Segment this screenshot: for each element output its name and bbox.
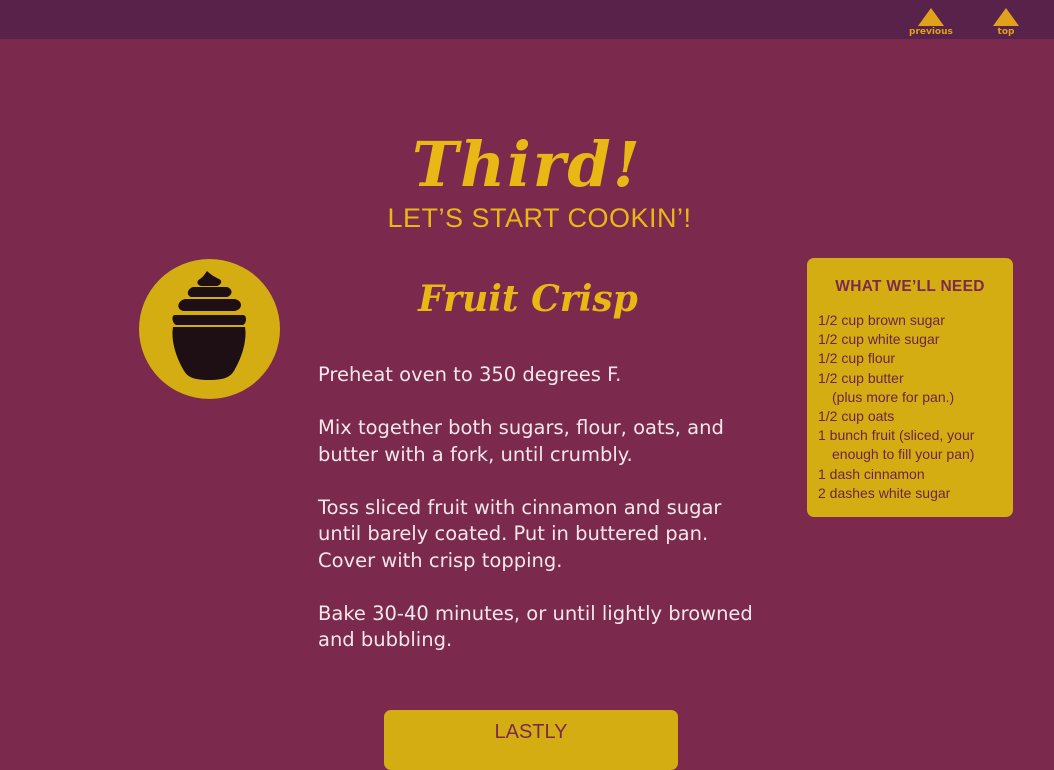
ingredient-note: enough to fill your pan) xyxy=(832,446,975,463)
ingredients-heading: WHAT WE’LL NEED xyxy=(835,278,985,295)
ingredient-item: 1 bunch fruit (sliced, your xyxy=(818,427,975,444)
ingredient-item: 1/2 cup brown sugar xyxy=(818,312,945,328)
lastly-button[interactable]: LASTLY xyxy=(384,710,678,770)
ingredient-item: 1/2 cup oats xyxy=(818,408,895,425)
lastly-label: LASTLY xyxy=(494,721,568,743)
ingredient-item: 1/2 cup white sugar xyxy=(818,331,940,348)
top-bar: previous top xyxy=(0,0,1054,39)
section-subtitle: LET’S START COOKIN’! xyxy=(387,203,692,233)
ingredient-item: 1 dash cinnamon xyxy=(818,465,925,482)
arrow-up-icon xyxy=(993,8,1019,26)
ingredient-item: 2 dashes white sugar xyxy=(818,484,951,501)
recipe-steps: Preheat oven to 350 degrees F. Mix toget… xyxy=(318,362,758,680)
ingredient-item: 1/2 cup flour xyxy=(818,350,896,367)
recipe-step: Mix together both sugars, flour, oats, a… xyxy=(318,416,724,466)
ingredient-note: (plus more for pan.) xyxy=(832,388,955,405)
recipe-icon-badge xyxy=(139,259,280,399)
top-label: top xyxy=(997,27,1015,37)
ingredient-item: 1/2 cup butter xyxy=(818,369,904,386)
top-button[interactable]: top xyxy=(993,8,1019,37)
previous-button[interactable]: previous xyxy=(909,8,953,37)
cupcake-icon xyxy=(172,271,246,380)
section-title: Third! xyxy=(412,128,642,201)
recipe-title: Fruit Crisp xyxy=(418,278,638,320)
ingredients-card: WHAT WE’LL NEED 1/2 cup brown sugar 1/2 … xyxy=(807,258,1013,517)
recipe-step: Preheat oven to 350 degrees F. xyxy=(318,363,622,386)
ingredients-list: 1/2 cup brown sugar 1/2 cup white sugar … xyxy=(807,311,1013,503)
previous-label: previous xyxy=(909,27,953,37)
recipe-step: Toss sliced fruit with cinnamon and suga… xyxy=(318,495,722,572)
arrow-up-icon xyxy=(917,8,944,26)
recipe-step: Bake 30-40 minutes, or until lightly bro… xyxy=(318,601,753,652)
